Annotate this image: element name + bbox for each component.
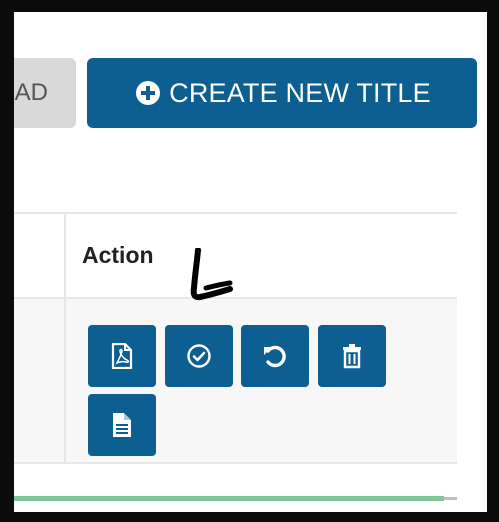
column-divider xyxy=(64,212,66,464)
screenshot-frame: AD CREATE NEW TITLE Action xyxy=(0,0,499,522)
check-circle-icon xyxy=(187,344,211,368)
hand-drawn-arrow-annotation xyxy=(190,248,233,301)
upload-button[interactable]: AD xyxy=(14,58,76,128)
action-column-header: Action xyxy=(82,242,154,268)
undo-icon xyxy=(264,345,286,368)
delete-button[interactable] xyxy=(318,325,386,387)
progress-bar xyxy=(14,496,444,501)
view-document-button[interactable] xyxy=(88,394,156,456)
table-header-top-border xyxy=(14,212,457,214)
approve-button[interactable] xyxy=(165,325,233,387)
revert-button[interactable] xyxy=(241,325,309,387)
table-row-bottom-border xyxy=(14,462,457,464)
page-content: AD CREATE NEW TITLE Action xyxy=(14,12,487,512)
document-icon xyxy=(113,413,131,437)
create-new-title-label: CREATE NEW TITLE xyxy=(169,77,431,108)
view-pdf-button[interactable] xyxy=(88,325,156,387)
create-new-title-button[interactable]: CREATE NEW TITLE xyxy=(87,58,477,128)
table-row xyxy=(14,299,457,462)
trash-icon xyxy=(343,344,361,369)
plus-circle-icon xyxy=(136,81,161,105)
pdf-file-icon xyxy=(111,343,133,369)
upload-button-label: AD xyxy=(14,79,48,106)
